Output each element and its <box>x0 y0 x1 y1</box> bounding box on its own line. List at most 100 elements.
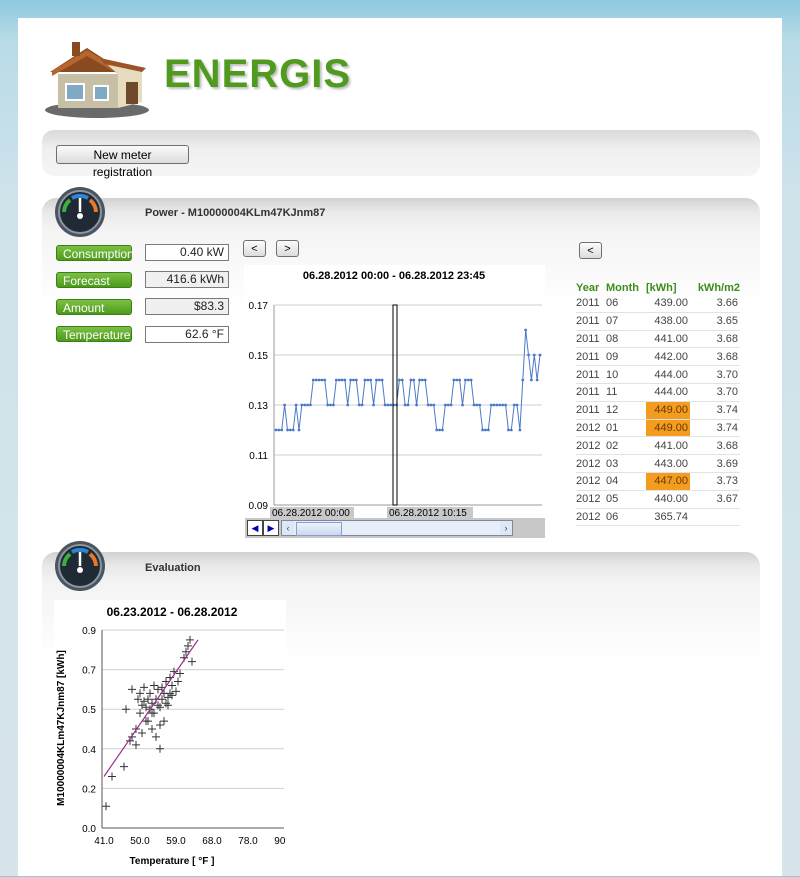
scatter-point <box>156 744 164 753</box>
cell-month: 09 <box>606 347 646 367</box>
data-point <box>280 428 284 432</box>
chart-next-button[interactable]: > <box>276 240 299 257</box>
data-point <box>443 403 447 407</box>
brand-name: ENERGIS <box>164 52 352 96</box>
cell-kwh: 444.00 <box>646 383 690 402</box>
data-point <box>334 378 338 382</box>
y-tick-label: 0.9 <box>82 626 96 637</box>
table-row: 2012 01 449.00 3.74 <box>576 419 740 438</box>
data-point <box>349 378 353 382</box>
table-row: 2011 09 442.00 3.68 <box>576 347 740 367</box>
cell-kwh-m2: 3.70 <box>690 383 740 402</box>
y-tick-label: 0.17 <box>249 301 269 312</box>
scatter-point <box>140 697 148 706</box>
temperature-value: 62.6 °F <box>145 326 229 343</box>
data-point <box>323 378 327 382</box>
data-point <box>314 378 318 382</box>
data-point <box>297 428 301 432</box>
scatter-point <box>134 695 142 704</box>
cell-kwh: 439.00 <box>646 295 690 313</box>
cell-year: 2011 <box>576 401 606 420</box>
x-axis-label: Temperature [ °F ] <box>130 856 215 867</box>
cell-year: 2012 <box>576 508 606 527</box>
cell-kwh: 443.00 <box>646 454 690 473</box>
scroll-left-icon[interactable]: ◀ <box>247 520 263 536</box>
data-point <box>380 378 384 382</box>
table-row: 2012 02 441.00 3.68 <box>576 436 740 456</box>
data-point <box>481 428 485 432</box>
data-point <box>343 378 347 382</box>
scatter-chart-title: 06.23.2012 - 06.28.2012 <box>107 605 238 619</box>
data-point <box>492 403 496 407</box>
data-point <box>475 403 479 407</box>
cell-month: 07 <box>606 312 646 331</box>
cell-kwh: 449.00 <box>646 401 690 420</box>
data-point <box>288 428 292 432</box>
chart-scrollbar[interactable]: ◀ ▶ ‹ › <box>245 518 545 538</box>
scroll-track-left-icon[interactable]: ‹ <box>282 521 294 535</box>
scatter-point <box>188 657 196 666</box>
table-row: 2012 04 447.00 3.73 <box>576 472 740 491</box>
data-point <box>524 328 528 332</box>
data-point <box>277 428 281 432</box>
data-point <box>441 428 444 432</box>
data-point <box>438 428 441 432</box>
data-point <box>423 378 427 382</box>
scatter-point <box>174 677 182 686</box>
data-point <box>340 378 344 382</box>
kwh-table: Year Month [kWh] kWh/m2 2011 06 439.00 3.66… <box>576 281 740 527</box>
cell-year: 2012 <box>576 490 606 509</box>
data-point <box>449 403 453 407</box>
scatter-point <box>136 709 144 718</box>
scatter-point <box>156 721 164 730</box>
table-prev-button[interactable]: < <box>579 242 602 259</box>
data-point <box>346 403 350 407</box>
cell-kwh-m2: 3.70 <box>690 365 740 384</box>
data-point <box>415 403 419 407</box>
data-point <box>489 403 493 407</box>
scatter-point <box>138 701 146 710</box>
scatter-point <box>166 689 174 698</box>
data-point <box>357 403 361 407</box>
line-chart: 06.28.2012 00:00 - 06.28.2012 23:45 0.17 0… <box>244 265 545 537</box>
cell-year: 2012 <box>576 436 606 456</box>
cell-kwh-m2: 3.68 <box>690 436 740 456</box>
scatter-point <box>140 683 148 692</box>
data-point <box>412 378 416 382</box>
table-row: 2011 10 444.00 3.70 <box>576 365 740 384</box>
scroll-track-right-icon[interactable]: › <box>500 521 512 535</box>
data-point <box>469 378 473 382</box>
new-meter-registration-button[interactable]: New meter registration <box>56 145 189 179</box>
amount-value: $83.3 <box>145 298 229 315</box>
data-point <box>501 403 505 407</box>
trend-line <box>103 639 199 777</box>
y-tick-label: 0.15 <box>249 351 269 362</box>
data-point <box>435 428 439 432</box>
data-point <box>466 378 470 382</box>
data-point <box>521 378 525 382</box>
data-point <box>337 378 341 382</box>
chart-prev-button[interactable]: < <box>243 240 266 257</box>
scatter-point <box>184 641 192 650</box>
scatter-point <box>186 635 194 644</box>
scatter-point <box>156 703 164 712</box>
cell-month: 12 <box>606 401 646 420</box>
data-point <box>303 403 307 407</box>
table-row: 2011 12 449.00 3.74 <box>576 401 740 420</box>
data-point <box>352 378 355 382</box>
scroll-right-icon[interactable]: ▶ <box>263 520 279 536</box>
scatter-point <box>146 689 154 698</box>
table-row: 2011 06 439.00 3.66 <box>576 295 740 313</box>
scroll-track[interactable]: ‹ › <box>281 520 513 536</box>
cell-kwh-m2: 3.66 <box>690 295 740 313</box>
scroll-thumb[interactable] <box>296 522 342 536</box>
cell-kwh-m2: 3.68 <box>690 330 740 349</box>
consumption-label: Consumption <box>56 245 134 261</box>
data-point <box>535 378 539 382</box>
cell-year: 2012 <box>576 472 606 491</box>
cell-month: 05 <box>606 490 646 509</box>
scatter-point <box>108 772 116 781</box>
consumption-value: 0.40 kW <box>145 244 229 261</box>
scatter-point <box>128 685 136 694</box>
x-tick-label: 41.0 <box>94 836 114 847</box>
